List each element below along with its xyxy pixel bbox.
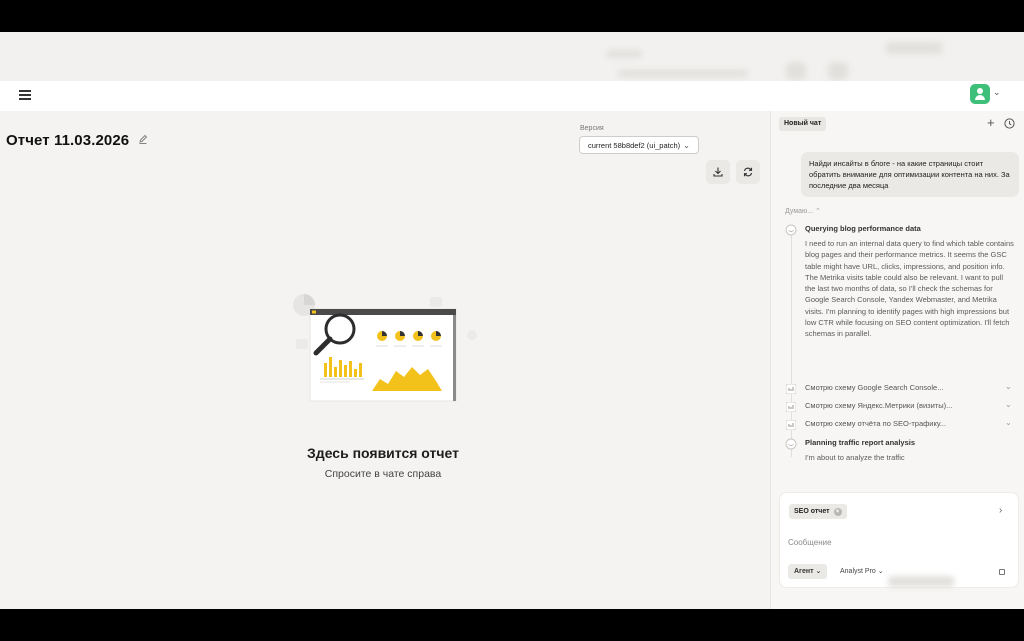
download-icon bbox=[713, 167, 723, 177]
model-select-value: Analyst Pro bbox=[840, 568, 876, 575]
app-screen: ⌄ Отчет 11.03.2026 Версия current 58b8de… bbox=[0, 32, 1024, 609]
pencil-icon[interactable] bbox=[138, 133, 148, 145]
tool-call-label: Смотрю схему Яндекс.Метрики (визиты)... bbox=[805, 401, 953, 410]
mode-select-value: Агент bbox=[794, 568, 814, 575]
thought-icon bbox=[785, 224, 797, 236]
step-title: Planning traffic report analysis bbox=[805, 438, 916, 447]
chevron-down-icon: ⌄ bbox=[683, 140, 690, 150]
chevron-down-icon[interactable]: ⌄ bbox=[993, 87, 1001, 98]
top-bar bbox=[0, 81, 1024, 111]
tool-call-row[interactable]: Смотрю схему Яндекс.Метрики (визиты)... … bbox=[785, 400, 1021, 413]
thinking-toggle[interactable]: Думаю... ⌃ bbox=[785, 207, 821, 215]
new-chat-tab[interactable]: Новый чат bbox=[779, 117, 827, 131]
chevron-down-icon: ⌄ bbox=[1005, 400, 1012, 409]
background-window bbox=[0, 32, 1024, 82]
bar-chart-icon bbox=[786, 402, 796, 412]
refresh-button[interactable] bbox=[736, 160, 760, 184]
message-input[interactable] bbox=[788, 535, 988, 549]
tool-call-label: Смотрю схему Google Search Console... bbox=[805, 383, 944, 392]
chevron-right-icon[interactable]: › bbox=[999, 505, 1002, 516]
step-text: I need to run an internal data query to … bbox=[805, 239, 1014, 339]
context-tag[interactable]: SEO отчет × bbox=[789, 504, 847, 519]
step-title: Querying blog performance data bbox=[805, 224, 921, 233]
user-avatar[interactable] bbox=[970, 84, 990, 104]
page-title: Отчет 11.03.2026 bbox=[6, 132, 130, 149]
download-button-hitbox bbox=[706, 160, 730, 184]
bar-chart-icon bbox=[786, 420, 796, 430]
version-select[interactable]: current 58b8def2 (ui_patch) ⌄ bbox=[579, 136, 699, 154]
background-window-fragment bbox=[880, 566, 970, 596]
chevron-down-icon: ⌄ bbox=[1005, 382, 1012, 391]
blurred-text bbox=[886, 42, 942, 54]
blurred-text bbox=[888, 576, 954, 587]
model-select[interactable]: Analyst Pro ⌄ bbox=[840, 564, 884, 579]
chevron-down-icon: ⌄ bbox=[1005, 418, 1012, 427]
tool-call-row[interactable]: Смотрю схему Google Search Console... ⌄ bbox=[785, 382, 1021, 395]
context-tag-label: SEO отчет bbox=[794, 508, 830, 515]
letterbox-top bbox=[0, 0, 1024, 32]
bar-chart-icon bbox=[786, 384, 796, 394]
user-icon bbox=[977, 88, 983, 94]
user-message: Найди инсайты в блоге - на какие страниц… bbox=[801, 152, 1019, 197]
tool-call-label: Смотрю схему отчёта по SEO-трафику... bbox=[805, 419, 947, 428]
blurred-button bbox=[828, 62, 848, 80]
clock-icon[interactable] bbox=[1004, 118, 1015, 129]
thought-icon bbox=[785, 438, 797, 450]
stop-icon[interactable] bbox=[999, 569, 1005, 575]
reasoning-step: Querying blog performance data I need to… bbox=[785, 224, 1021, 344]
plus-icon[interactable]: + bbox=[987, 116, 995, 129]
mode-select[interactable]: Агент ⌄ bbox=[788, 564, 828, 579]
empty-state-title: Здесь появится отчет bbox=[307, 445, 459, 461]
version-label: Версия bbox=[580, 125, 604, 132]
step-text: I'm about to analyze the traffic bbox=[805, 453, 905, 462]
version-value: current 58b8def2 (ui_patch) bbox=[588, 140, 681, 150]
chat-panel: Новый чат + Найди инсайты в блоге - на к… bbox=[770, 111, 1024, 609]
user-icon-body bbox=[975, 95, 985, 100]
empty-state-subtitle: Спросите в чате справа bbox=[324, 468, 442, 480]
report-illustration bbox=[293, 294, 477, 402]
reasoning-step: Planning traffic report analysis I'm abo… bbox=[785, 438, 1021, 468]
close-icon[interactable]: × bbox=[833, 507, 842, 516]
refresh-icon bbox=[743, 167, 753, 177]
blurred-text bbox=[606, 50, 642, 58]
tool-call-row[interactable]: Смотрю схему отчёта по SEO-трафику... ⌄ bbox=[785, 418, 1021, 431]
hamburger-icon[interactable] bbox=[19, 90, 31, 100]
report-area: Отчет 11.03.2026 Версия current 58b8def2… bbox=[0, 111, 770, 609]
blurred-text bbox=[618, 70, 748, 77]
letterbox-bottom bbox=[0, 609, 1024, 641]
blurred-button bbox=[786, 62, 806, 80]
